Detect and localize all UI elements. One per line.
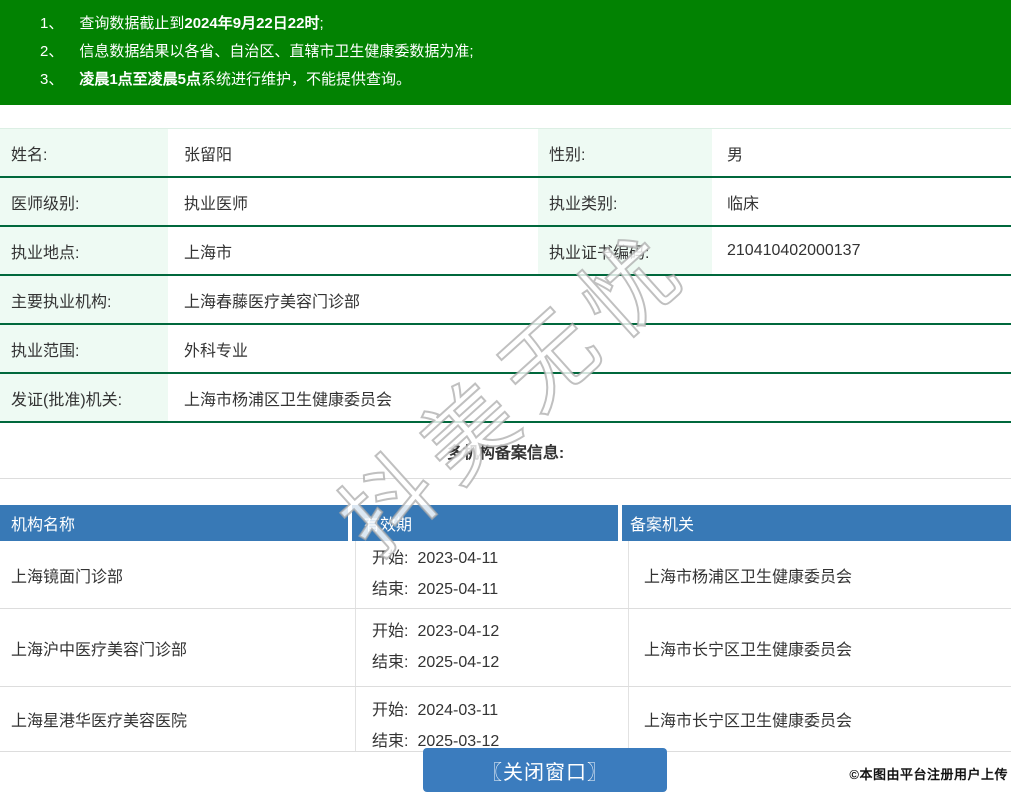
notice-number: 1、 bbox=[40, 15, 63, 32]
validity-start: 开始: 2023-04-11 bbox=[372, 547, 628, 571]
practice-scope-value: 外科专业 bbox=[168, 325, 1011, 372]
record-row: 上海沪中医疗美容门诊部 开始:2023-04-12 结束:2025-04-12 … bbox=[0, 609, 1011, 687]
practice-scope-label: 执业范围: bbox=[0, 325, 168, 372]
doctor-level-label: 医师级别: bbox=[0, 178, 168, 225]
record-row: 上海星港华医疗美容医院 开始:2024-03-11 结束:2025-03-12 … bbox=[0, 687, 1011, 752]
gender-label: 性别: bbox=[538, 129, 712, 176]
record-row: 上海镜面门诊部 开始: 2023-04-11 结束: 2025-04-11 上海市杨… bbox=[0, 541, 1011, 609]
end-label: 结束: bbox=[372, 581, 408, 598]
records-table-header: 机构名称 有效期 备案机关 bbox=[0, 505, 1011, 541]
name-label: 姓名: bbox=[0, 129, 168, 176]
institution-name: 上海沪中医疗美容门诊部 bbox=[0, 609, 356, 686]
validity-start: 开始: 2023-04-12 bbox=[372, 620, 628, 644]
header-institution-name: 机构名称 bbox=[0, 505, 352, 541]
practitioner-info-table: 姓名: 张留阳 性别: 男 医师级别: 执业医师 执业类别: 临床 执业地点: … bbox=[0, 128, 1011, 423]
doctor-level-value: 执业医师 bbox=[168, 178, 538, 225]
info-row-main-institution: 主要执业机构: 上海春藤医疗美容门诊部 bbox=[0, 276, 1011, 325]
end-date: 2025-04-12 bbox=[417, 654, 499, 671]
start-label: 开始: bbox=[372, 550, 408, 567]
validity-start: 开始: 2024-03-11 bbox=[372, 699, 628, 723]
notice-text: 信息数据结果以各省、自治区、直辖市卫生健康委数据为准; bbox=[79, 43, 473, 60]
practice-location-value: 上海市 bbox=[168, 227, 538, 274]
validity-end: 结束: 2025-04-11 bbox=[372, 578, 628, 602]
issuing-authority-value: 上海市杨浦区卫生健康委员会 bbox=[168, 374, 1011, 421]
close-window-button[interactable]: 〖关闭窗口〗 bbox=[423, 748, 667, 792]
issuing-authority-label: 发证(批准)机关: bbox=[0, 374, 168, 421]
certificate-number-value: 210410402000137 bbox=[712, 227, 1011, 274]
notice-number: 2、 bbox=[40, 43, 63, 60]
record-authority: 上海市长宁区卫生健康委员会 bbox=[629, 687, 1011, 751]
end-date: 2025-04-11 bbox=[417, 581, 498, 598]
gender-value: 男 bbox=[712, 129, 1011, 176]
notice-text: ; bbox=[319, 15, 323, 32]
notice-text: 查询数据截止到 bbox=[79, 15, 184, 32]
start-date: 2024-03-11 bbox=[417, 702, 498, 719]
header-validity-period: 有效期 bbox=[352, 505, 622, 541]
records-table: 机构名称 有效期 备案机关 上海镜面门诊部 开始: 2023-04-11 结束: 2… bbox=[0, 505, 1011, 752]
info-row-level-category: 医师级别: 执业医师 执业类别: 临床 bbox=[0, 178, 1011, 227]
validity-period: 开始: 2023-04-11 结束: 2025-04-11 bbox=[356, 541, 629, 608]
notice-banner: 1、查询数据截止到2024年9月22日22时; 2、信息数据结果以各省、自治区、… bbox=[0, 0, 1011, 105]
end-label: 结束: bbox=[372, 733, 408, 750]
notice-line-1: 1、查询数据截止到2024年9月22日22时; bbox=[40, 10, 1001, 38]
notice-number: 3、 bbox=[40, 71, 63, 88]
notice-text-bold: 2024年9月22日22时 bbox=[184, 15, 319, 32]
practice-location-label: 执业地点: bbox=[0, 227, 168, 274]
validity-period: 开始:2024-03-11 结束:2025-03-12 bbox=[356, 687, 629, 751]
record-authority: 上海市杨浦区卫生健康委员会 bbox=[629, 541, 1011, 608]
info-row-practice-scope: 执业范围: 外科专业 bbox=[0, 325, 1011, 374]
info-row-issuing-authority: 发证(批准)机关: 上海市杨浦区卫生健康委员会 bbox=[0, 374, 1011, 423]
notice-text-bold: 凌晨1点至凌晨5点 bbox=[79, 71, 201, 88]
copyright-watermark: ©本图由平台注册用户上传 bbox=[849, 764, 1008, 783]
record-authority: 上海市长宁区卫生健康委员会 bbox=[629, 609, 1011, 686]
info-row-name-gender: 姓名: 张留阳 性别: 男 bbox=[0, 129, 1011, 178]
practice-category-label: 执业类别: bbox=[538, 178, 712, 225]
validity-period: 开始: 2023-04-12 结束: 2025-04-12 bbox=[356, 609, 629, 686]
start-date: 2023-04-11 bbox=[417, 550, 498, 567]
main-institution-label: 主要执业机构: bbox=[0, 276, 168, 323]
info-row-location-certificate: 执业地点: 上海市 执业证书编码: 210410402000137 bbox=[0, 227, 1011, 276]
start-label: 开始: bbox=[372, 623, 408, 640]
multi-institution-section-title: 多机构备案信息: bbox=[0, 423, 1011, 479]
validity-end: 结束: 2025-04-12 bbox=[372, 651, 628, 675]
institution-name: 上海星港华医疗美容医院 bbox=[0, 687, 356, 751]
name-value: 张留阳 bbox=[168, 129, 538, 176]
notice-line-2: 2、信息数据结果以各省、自治区、直辖市卫生健康委数据为准; bbox=[40, 38, 1001, 66]
notice-line-3: 3、凌晨1点至凌晨5点系统进行维护，不能提供查询。 bbox=[40, 66, 1001, 94]
end-label: 结束: bbox=[372, 654, 408, 671]
institution-name: 上海镜面门诊部 bbox=[0, 541, 356, 608]
header-record-authority: 备案机关 bbox=[622, 505, 1011, 541]
practice-category-value: 临床 bbox=[712, 178, 1011, 225]
start-date: 2023-04-12 bbox=[417, 623, 499, 640]
start-label: 开始: bbox=[372, 702, 408, 719]
notice-text: 系统进行维护，不能提供查询。 bbox=[201, 71, 411, 88]
main-institution-value: 上海春藤医疗美容门诊部 bbox=[168, 276, 1011, 323]
certificate-number-label: 执业证书编码: bbox=[538, 227, 712, 274]
